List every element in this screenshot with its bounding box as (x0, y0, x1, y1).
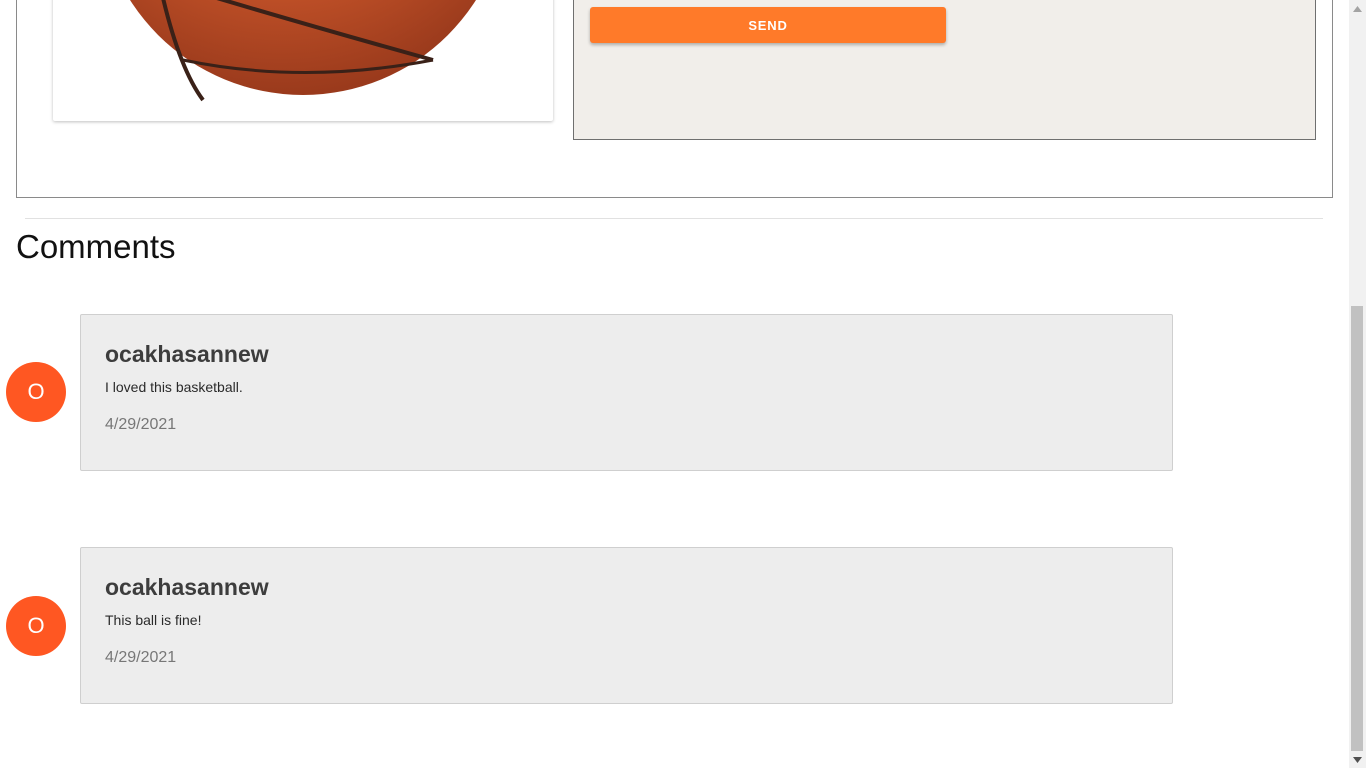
comment-form: SEND (573, 0, 1316, 140)
product-image-card (53, 0, 553, 121)
avatar: O (6, 362, 66, 422)
page: SEND Comments O ocakhasannew I loved thi… (0, 0, 1366, 768)
product-panel: SEND (16, 0, 1333, 198)
section-divider (25, 218, 1323, 219)
vertical-scrollbar[interactable] (1349, 0, 1366, 768)
comment-card: ocakhasannew I loved this basketball. 4/… (80, 314, 1173, 471)
comment-username: ocakhasannew (105, 574, 269, 600)
basketball-image (130, 0, 476, 102)
comment-text: This ball is fine! (105, 612, 202, 628)
send-button[interactable]: SEND (590, 7, 946, 43)
comment-username: ocakhasannew (105, 341, 269, 367)
avatar: O (6, 596, 66, 656)
comment-card: ocakhasannew This ball is fine! 4/29/202… (80, 547, 1173, 704)
triangle-down-icon[interactable] (1349, 751, 1366, 768)
comment-date: 4/29/2021 (105, 649, 177, 666)
comment-date: 4/29/2021 (105, 416, 177, 433)
scrollbar-thumb[interactable] (1351, 306, 1363, 751)
comment-text: I loved this basketball. (105, 379, 243, 395)
comment-item: O ocakhasannew This ball is fine! 4/29/2… (0, 547, 1180, 704)
triangle-up-icon[interactable] (1349, 0, 1366, 17)
comments-title: Comments (16, 228, 176, 265)
comment-item: O ocakhasannew I loved this basketball. … (0, 314, 1180, 471)
